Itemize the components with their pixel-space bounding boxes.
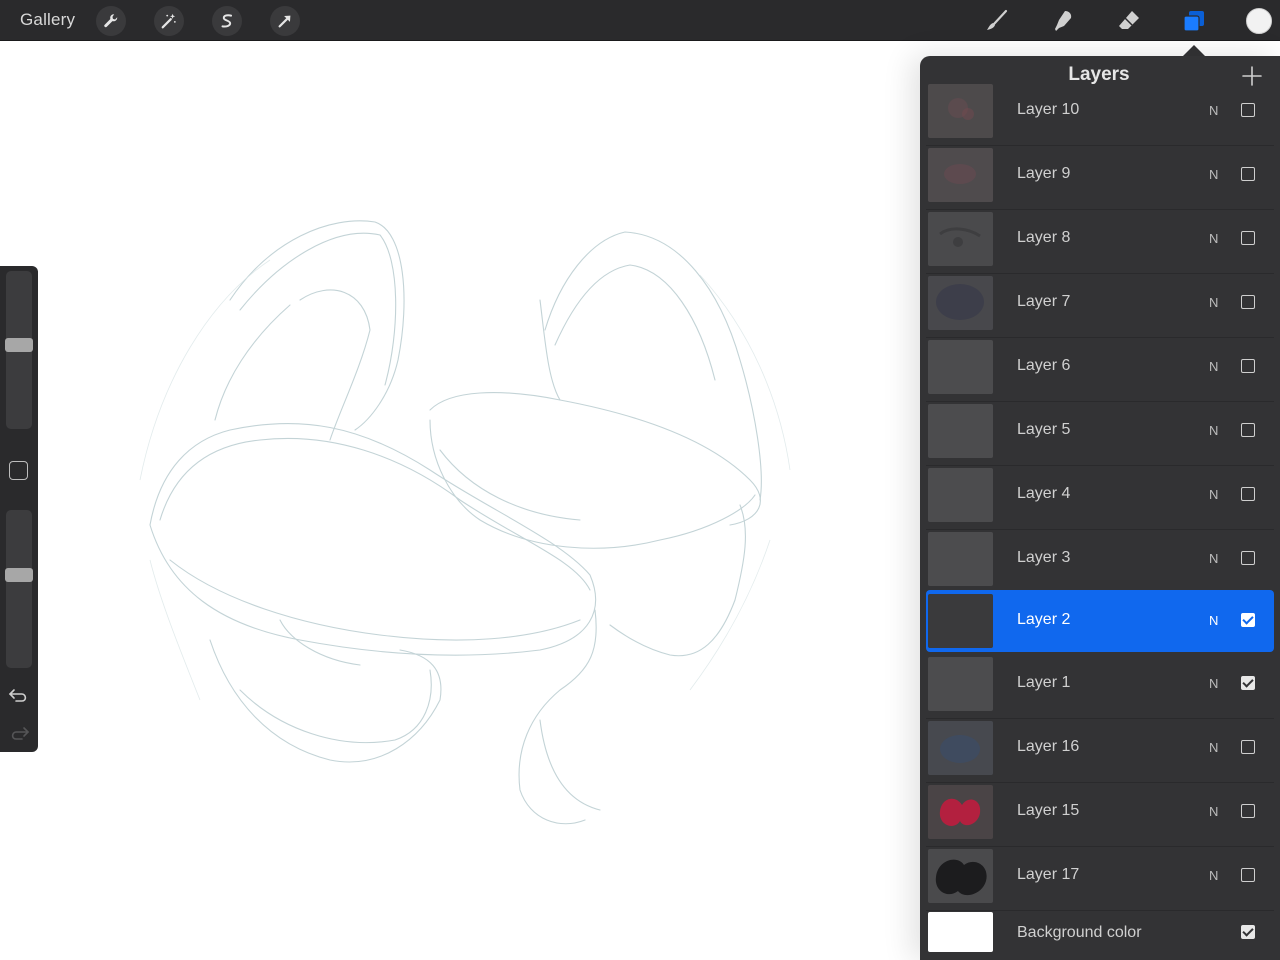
layer-row[interactable]: Layer 15 N [926, 782, 1274, 842]
layer-row[interactable]: Layer 8 N [926, 209, 1274, 269]
selection-s-icon [221, 14, 233, 28]
layer-thumbnail [928, 785, 993, 839]
layer-name: Layer 1 [1017, 674, 1071, 691]
layer-row[interactable]: Layer 4 N [926, 465, 1274, 525]
gallery-button[interactable]: Gallery [20, 10, 75, 30]
panel-pointer [1183, 45, 1205, 56]
blend-mode-button[interactable]: N [1209, 804, 1218, 819]
layer-visibility-checkbox[interactable] [1241, 551, 1255, 565]
layer-name: Layer 8 [1017, 229, 1071, 246]
layer-visibility-checkbox[interactable] [1241, 103, 1255, 117]
blend-mode-button[interactable]: N [1209, 103, 1218, 118]
smudge-icon [1055, 11, 1072, 31]
layer-visibility-checkbox[interactable] [1241, 740, 1255, 754]
blend-mode-button[interactable]: N [1209, 231, 1218, 246]
blend-mode-button[interactable]: N [1209, 676, 1218, 691]
layers-tool[interactable] [1179, 6, 1209, 36]
layer-thumbnail [928, 340, 993, 394]
layer-visibility-checkbox[interactable] [1241, 167, 1255, 181]
layer-row-selected[interactable]: Layer 2 N [926, 590, 1274, 652]
brush-icon [987, 9, 1008, 30]
layer-row[interactable]: Layer 3 N [926, 529, 1274, 589]
selection-button[interactable] [212, 6, 242, 36]
eraser-icon [1119, 11, 1139, 29]
blend-mode-button[interactable]: N [1209, 551, 1218, 566]
layer-visibility-checkbox[interactable] [1241, 423, 1255, 437]
layer-thumbnail [928, 276, 993, 330]
background-swatch[interactable] [928, 912, 993, 952]
layer-thumbnail [928, 84, 993, 138]
transform-arrow-icon [278, 15, 291, 28]
redo-icon[interactable] [8, 724, 30, 742]
blend-mode-button[interactable]: N [1209, 423, 1218, 438]
layer-row[interactable]: Layer 17 N [926, 846, 1274, 906]
wrench-icon [104, 14, 118, 28]
layer-name: Layer 5 [1017, 421, 1071, 438]
opacity-knob[interactable] [5, 568, 33, 582]
layers-panel: Layers Layer 10 N Layer 9 N Layer 8 N La… [920, 56, 1280, 960]
blend-mode-button[interactable]: N [1209, 613, 1218, 628]
layer-name: Layer 17 [1017, 866, 1080, 883]
blend-mode-button[interactable]: N [1209, 487, 1218, 502]
layer-name: Layer 16 [1017, 738, 1080, 755]
layer-thumbnail [928, 849, 993, 903]
blend-mode-button[interactable]: N [1209, 740, 1218, 755]
adjustments-button[interactable] [154, 6, 184, 36]
undo-icon[interactable] [8, 686, 30, 704]
opacity-slider[interactable] [5, 510, 33, 668]
background-label: Background color [1017, 924, 1142, 941]
layer-thumbnail [928, 404, 993, 458]
background-visibility-checkbox[interactable] [1241, 925, 1255, 939]
layer-thumbnail [928, 212, 993, 266]
modify-button[interactable] [9, 461, 28, 480]
layer-name: Layer 4 [1017, 485, 1071, 502]
eraser-tool[interactable] [1114, 6, 1144, 36]
blend-mode-button[interactable]: N [1209, 295, 1218, 310]
layer-name: Layer 7 [1017, 293, 1071, 310]
smudge-tool[interactable] [1048, 6, 1078, 36]
layer-thumbnail [928, 468, 993, 522]
layer-visibility-checkbox[interactable] [1241, 676, 1255, 690]
blend-mode-button[interactable]: N [1209, 359, 1218, 374]
layer-visibility-checkbox[interactable] [1241, 359, 1255, 373]
top-toolbar: Gallery [0, 0, 1280, 41]
layer-visibility-checkbox[interactable] [1241, 295, 1255, 309]
layer-name: Layer 3 [1017, 549, 1071, 566]
brush-tool[interactable] [982, 6, 1012, 36]
color-picker-button[interactable] [1246, 8, 1272, 34]
layer-visibility-checkbox[interactable] [1241, 231, 1255, 245]
actions-button[interactable] [96, 6, 126, 36]
layers-icon [1183, 11, 1204, 32]
layer-row[interactable]: Layer 7 N [926, 273, 1274, 333]
layer-row[interactable]: Layer 16 N [926, 718, 1274, 778]
layer-name: Layer 9 [1017, 165, 1071, 182]
layer-thumbnail [928, 657, 993, 711]
layer-row[interactable]: Layer 9 N [926, 145, 1274, 205]
layer-visibility-checkbox[interactable] [1241, 487, 1255, 501]
brush-size-knob[interactable] [5, 338, 33, 352]
layer-thumbnail [928, 721, 993, 775]
magic-wand-icon [161, 13, 176, 29]
layer-name: Layer 10 [1017, 101, 1080, 118]
layer-name: Layer 15 [1017, 802, 1080, 819]
layer-row[interactable]: Layer 1 N [926, 654, 1274, 714]
blend-mode-button[interactable]: N [1209, 868, 1218, 883]
background-color-row[interactable]: Background color [926, 910, 1274, 960]
layer-visibility-checkbox[interactable] [1241, 804, 1255, 818]
layer-row[interactable]: Layer 5 N [926, 401, 1274, 461]
layer-visibility-checkbox[interactable] [1241, 613, 1255, 627]
layer-row[interactable]: Layer 10 N [926, 81, 1274, 141]
layer-visibility-checkbox[interactable] [1241, 868, 1255, 882]
brush-size-slider[interactable] [5, 271, 33, 429]
transform-button[interactable] [270, 6, 300, 36]
layer-thumbnail [928, 148, 993, 202]
layer-thumbnail [928, 532, 993, 586]
blend-mode-button[interactable]: N [1209, 167, 1218, 182]
layer-name: Layer 6 [1017, 357, 1071, 374]
layer-row[interactable]: Layer 6 N [926, 337, 1274, 397]
layer-name: Layer 2 [1017, 611, 1071, 628]
left-sidebar [0, 266, 38, 752]
layer-thumbnail [928, 594, 993, 648]
